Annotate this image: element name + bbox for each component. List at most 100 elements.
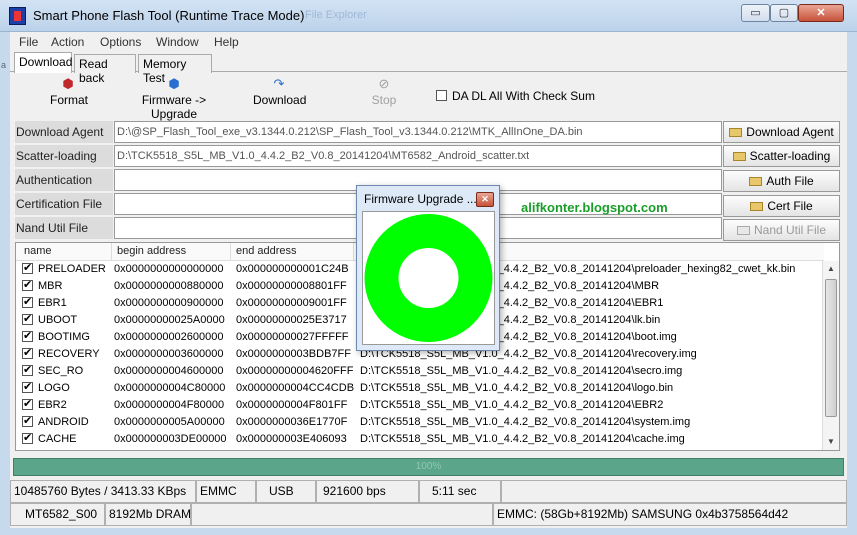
- scatter-input[interactable]: D:\TCK5518_S5L_MB_V1.0_4.4.2_B2_V0.8_201…: [114, 145, 722, 167]
- checkbox-icon[interactable]: [22, 312, 33, 325]
- download-agent-button[interactable]: Download Agent: [723, 121, 840, 143]
- download-agent-label: Download Agent: [15, 121, 113, 143]
- status-row-transfer: 10485760 Bytes / 3413.33 KBps EMMC USB 9…: [10, 480, 847, 503]
- toolbar: ⬢ Format ⬢ Firmware -> Upgrade ↷ Downloa…: [10, 73, 847, 122]
- status-blank: [191, 503, 493, 526]
- table-row[interactable]: CACHE 0x000000003DE00000 0x000000003E40609…: [16, 431, 824, 448]
- checksum-option[interactable]: DA DL All With Check Sum: [436, 89, 595, 103]
- partition-name: EBR2: [38, 399, 67, 411]
- table-row[interactable]: EBR2 0x0000000004F80000 0x0000000004F801FF…: [16, 397, 824, 414]
- checkbox-icon[interactable]: [22, 414, 33, 427]
- status-ram: 8192Mb DRAM: [105, 503, 191, 526]
- checksum-checkbox[interactable]: [436, 90, 447, 101]
- scroll-thumb[interactable]: [825, 279, 837, 417]
- partition-name: LOGO: [38, 382, 70, 394]
- background-window-ghost: File Explorer: [305, 9, 367, 21]
- status-empty: [501, 480, 847, 503]
- file-location: D:\TCK5518_S5L_MB_V1.0_4.4.2_B2_V0.8_201…: [360, 382, 674, 394]
- partition-name: BOOTIMG: [38, 331, 90, 343]
- partition-name: MBR: [38, 280, 63, 292]
- row-checkbox[interactable]: [22, 261, 38, 276]
- cert-label: Certification File: [15, 193, 113, 215]
- firmware-upgrade-button[interactable]: ⬢ Firmware -> Upgrade: [122, 77, 226, 122]
- auth-file-button[interactable]: Auth File: [723, 170, 840, 192]
- header-divider: [111, 243, 112, 261]
- header-end-address[interactable]: end address: [232, 245, 297, 257]
- end-address: 0x00000000027FFFFF: [236, 331, 349, 343]
- menu-action[interactable]: Action: [51, 35, 84, 49]
- row-checkbox[interactable]: [22, 414, 38, 429]
- header-begin-address[interactable]: begin address: [113, 245, 186, 257]
- download-agent-input[interactable]: D:\@SP_Flash_Tool_exe_v3.1344.0.212\SP_F…: [114, 121, 722, 143]
- partition-name: UBOOT: [38, 314, 78, 326]
- checkbox-icon[interactable]: [22, 261, 33, 274]
- folder-icon: [750, 202, 764, 211]
- maximize-button[interactable]: ▢: [770, 4, 798, 22]
- status-emmc: EMMC: (58Gb+8192Mb) SAMSUNG 0x4b3758564d…: [493, 503, 847, 526]
- row-checkbox[interactable]: [22, 380, 38, 395]
- table-scrollbar[interactable]: ▲ ▼: [822, 261, 839, 450]
- header-divider: [353, 243, 354, 261]
- folder-icon: [749, 177, 763, 186]
- row-checkbox[interactable]: [22, 295, 38, 310]
- checkbox-icon[interactable]: [22, 431, 33, 444]
- table-row[interactable]: ANDROID 0x0000000005A00000 0x0000000036E17…: [16, 414, 824, 431]
- end-address: 0x0000000003BDB7FF: [236, 348, 351, 360]
- scroll-down-arrow[interactable]: ▼: [823, 434, 839, 450]
- minimize-button[interactable]: ▭: [741, 4, 770, 22]
- row-checkbox[interactable]: [22, 312, 38, 327]
- menu-help[interactable]: Help: [214, 35, 239, 49]
- menu-window[interactable]: Window: [156, 35, 199, 49]
- begin-address: 0x0000000004C80000: [114, 382, 226, 394]
- close-button[interactable]: ✕: [798, 4, 844, 22]
- format-button[interactable]: ⬢ Format: [50, 77, 88, 108]
- scatter-loading-button[interactable]: Scatter-loading: [723, 145, 840, 167]
- file-location: D:\TCK5518_S5L_MB_V1.0_4.4.2_B2_V0.8_201…: [360, 365, 683, 377]
- begin-address: 0x0000000000000000: [114, 263, 224, 275]
- menu-bar: File Action Options Window Help: [10, 32, 847, 52]
- begin-address: 0x0000000002600000: [114, 331, 224, 343]
- dialog-close-button[interactable]: ✕: [476, 192, 494, 207]
- tab-memory-test[interactable]: Memory Test: [138, 54, 212, 85]
- cert-file-button[interactable]: Cert File: [723, 195, 840, 217]
- checkbox-icon[interactable]: [22, 346, 33, 359]
- nand-util-button[interactable]: Nand Util File: [723, 219, 840, 241]
- end-address: 0x00000000025E3717: [236, 314, 347, 326]
- file-location: D:\TCK5518_S5L_MB_V1.0_4.4.2_B2_V0.8_201…: [360, 416, 691, 428]
- tab-read-back[interactable]: Read back: [74, 54, 136, 85]
- checkbox-icon[interactable]: [22, 278, 33, 291]
- nand-util-button-label: Nand Util File: [753, 223, 827, 237]
- checkbox-icon[interactable]: [22, 397, 33, 410]
- watermark-text: alifkonter.blogspot.com: [521, 200, 668, 215]
- stop-icon: ⊘: [378, 76, 390, 91]
- partition-name: PRELOADER: [38, 263, 106, 275]
- download-agent-row: Download Agent D:\@SP_Flash_Tool_exe_v3.…: [15, 121, 722, 143]
- table-row[interactable]: SEC_RO 0x0000000004600000 0x00000000004620…: [16, 363, 824, 380]
- menu-options[interactable]: Options: [100, 35, 141, 49]
- checkbox-icon[interactable]: [22, 329, 33, 342]
- checkbox-icon[interactable]: [22, 295, 33, 308]
- file-location: D:\TCK5518_S5L_MB_V1.0_4.4.2_B2_V0.8_201…: [360, 399, 664, 411]
- menu-file[interactable]: File: [19, 35, 38, 49]
- begin-address: 0x00000000025A0000: [114, 314, 225, 326]
- header-divider: [230, 243, 231, 261]
- status-storage: EMMC: [196, 480, 256, 503]
- checkbox-icon[interactable]: [22, 380, 33, 393]
- download-button[interactable]: ↷ Download: [253, 77, 306, 108]
- header-name[interactable]: name: [20, 245, 52, 257]
- scroll-up-arrow[interactable]: ▲: [823, 261, 839, 277]
- status-time: 5:11 sec: [419, 480, 501, 503]
- checkbox-icon[interactable]: [22, 363, 33, 376]
- cert-file-button-label: Cert File: [767, 199, 813, 213]
- row-checkbox[interactable]: [22, 363, 38, 378]
- tab-download[interactable]: Download: [14, 52, 72, 73]
- row-checkbox[interactable]: [22, 346, 38, 361]
- stop-button[interactable]: ⊘ Stop: [369, 76, 399, 108]
- row-checkbox[interactable]: [22, 278, 38, 293]
- row-checkbox[interactable]: [22, 329, 38, 344]
- row-checkbox[interactable]: [22, 431, 38, 446]
- row-checkbox[interactable]: [22, 397, 38, 412]
- begin-address: 0x0000000000900000: [114, 297, 224, 309]
- table-row[interactable]: LOGO 0x0000000004C80000 0x0000000004CC4CDB…: [16, 380, 824, 397]
- scatter-label: Scatter-loading File: [15, 145, 113, 185]
